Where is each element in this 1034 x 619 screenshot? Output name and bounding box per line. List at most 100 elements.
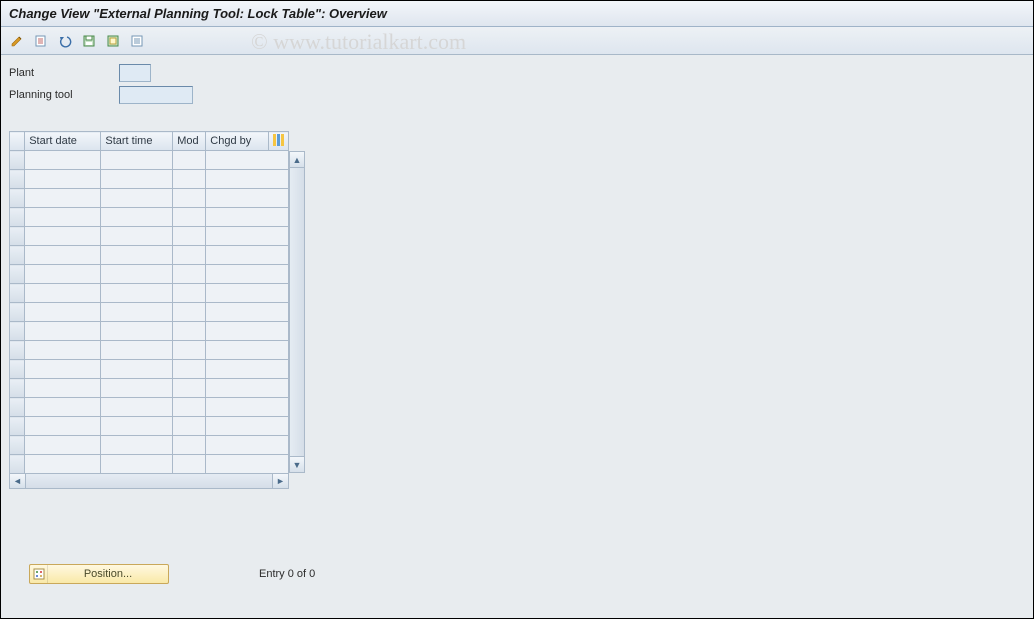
scroll-up-button[interactable]: ▲ — [290, 152, 304, 168]
table-row[interactable] — [10, 455, 289, 474]
scroll-left-button[interactable]: ◄ — [10, 474, 26, 488]
cell[interactable] — [206, 303, 289, 322]
cell[interactable] — [173, 227, 206, 246]
cell[interactable] — [206, 455, 289, 474]
cell[interactable] — [25, 170, 101, 189]
cell[interactable] — [101, 265, 173, 284]
cell[interactable] — [206, 379, 289, 398]
new-entries-button[interactable] — [31, 31, 51, 51]
cell[interactable] — [25, 284, 101, 303]
cell[interactable] — [101, 227, 173, 246]
table-row[interactable] — [10, 170, 289, 189]
table-row[interactable] — [10, 322, 289, 341]
cell[interactable] — [25, 322, 101, 341]
cell[interactable] — [25, 189, 101, 208]
table-row[interactable] — [10, 189, 289, 208]
cell[interactable] — [206, 265, 289, 284]
cell[interactable] — [206, 398, 289, 417]
table-row[interactable] — [10, 360, 289, 379]
cell[interactable] — [206, 189, 289, 208]
cell[interactable] — [101, 455, 173, 474]
cell[interactable] — [206, 227, 289, 246]
cell[interactable] — [173, 208, 206, 227]
vertical-scrollbar[interactable]: ▲ ▼ — [289, 151, 305, 473]
table-row[interactable] — [10, 417, 289, 436]
cell[interactable] — [101, 189, 173, 208]
cell[interactable] — [101, 341, 173, 360]
table-row[interactable] — [10, 246, 289, 265]
cell[interactable] — [206, 208, 289, 227]
table-row[interactable] — [10, 379, 289, 398]
cell[interactable] — [25, 246, 101, 265]
table-row[interactable] — [10, 265, 289, 284]
cell[interactable] — [206, 170, 289, 189]
col-mod[interactable]: Mod — [173, 132, 206, 151]
row-selector[interactable] — [10, 455, 25, 474]
cell[interactable] — [101, 417, 173, 436]
table-row[interactable] — [10, 303, 289, 322]
cell[interactable] — [173, 151, 206, 170]
planning-tool-input[interactable] — [119, 86, 193, 104]
horizontal-scrollbar[interactable]: ◄ ► — [9, 473, 289, 489]
cell[interactable] — [173, 265, 206, 284]
cell[interactable] — [173, 303, 206, 322]
cell[interactable] — [173, 360, 206, 379]
cell[interactable] — [25, 436, 101, 455]
cell[interactable] — [25, 208, 101, 227]
row-selector[interactable] — [10, 284, 25, 303]
cell[interactable] — [173, 417, 206, 436]
col-start-time[interactable]: Start time — [101, 132, 173, 151]
cell[interactable] — [173, 189, 206, 208]
row-selector[interactable] — [10, 379, 25, 398]
cell[interactable] — [101, 379, 173, 398]
cell[interactable] — [25, 265, 101, 284]
toggle-change-button[interactable] — [7, 31, 27, 51]
select-all-button[interactable] — [103, 31, 123, 51]
cell[interactable] — [173, 246, 206, 265]
cell[interactable] — [25, 455, 101, 474]
cell[interactable] — [101, 303, 173, 322]
table-settings-button[interactable] — [269, 132, 289, 151]
cell[interactable] — [101, 151, 173, 170]
cell[interactable] — [173, 170, 206, 189]
row-selector[interactable] — [10, 303, 25, 322]
cell[interactable] — [25, 303, 101, 322]
row-selector[interactable] — [10, 227, 25, 246]
table-row[interactable] — [10, 398, 289, 417]
cell[interactable] — [206, 360, 289, 379]
cell[interactable] — [206, 436, 289, 455]
cell[interactable] — [206, 151, 289, 170]
cell[interactable] — [25, 151, 101, 170]
cell[interactable] — [101, 284, 173, 303]
row-selector[interactable] — [10, 208, 25, 227]
col-chgd-by[interactable]: Chgd by — [206, 132, 269, 151]
save-variant-button[interactable] — [79, 31, 99, 51]
cell[interactable] — [206, 322, 289, 341]
table-row[interactable] — [10, 151, 289, 170]
cell[interactable] — [173, 436, 206, 455]
cell[interactable] — [206, 284, 289, 303]
cell[interactable] — [25, 398, 101, 417]
row-selector[interactable] — [10, 322, 25, 341]
cell[interactable] — [101, 170, 173, 189]
cell[interactable] — [101, 246, 173, 265]
row-selector[interactable] — [10, 170, 25, 189]
table-row[interactable] — [10, 436, 289, 455]
cell[interactable] — [101, 360, 173, 379]
cell[interactable] — [173, 379, 206, 398]
table-row[interactable] — [10, 208, 289, 227]
cell[interactable] — [25, 417, 101, 436]
row-selector[interactable] — [10, 189, 25, 208]
cell[interactable] — [25, 341, 101, 360]
cell[interactable] — [173, 398, 206, 417]
row-selector[interactable] — [10, 341, 25, 360]
cell[interactable] — [206, 246, 289, 265]
cell[interactable] — [101, 208, 173, 227]
scroll-down-button[interactable]: ▼ — [290, 456, 304, 472]
cell[interactable] — [173, 341, 206, 360]
plant-input[interactable] — [119, 64, 151, 82]
cell[interactable] — [206, 417, 289, 436]
cell[interactable] — [101, 398, 173, 417]
table-row[interactable] — [10, 341, 289, 360]
cell[interactable] — [173, 284, 206, 303]
